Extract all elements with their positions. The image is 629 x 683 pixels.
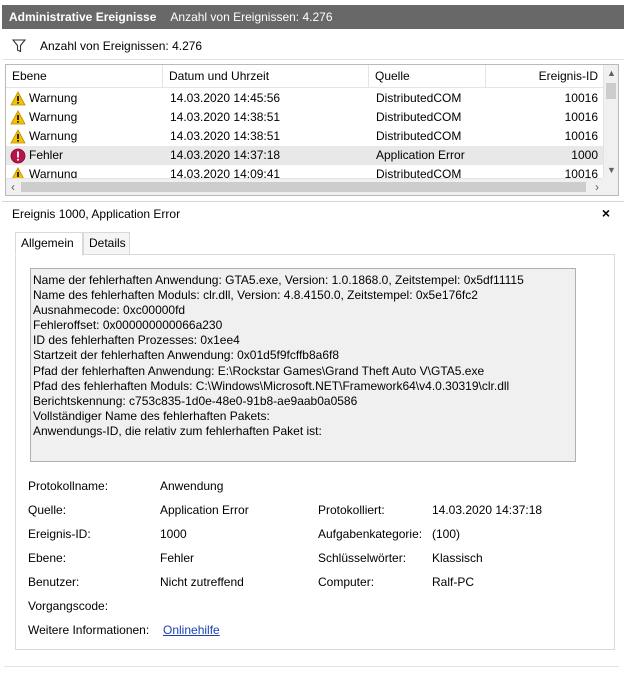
event-id-label: Ereignis-ID: <box>28 527 91 541</box>
description-line: Vollständiger Name des fehlerhaften Pake… <box>33 408 270 423</box>
level-cell: Warnung <box>10 89 77 108</box>
tab-details[interactable]: Details <box>83 232 130 255</box>
datetime-cell: 14.03.2020 14:45:56 <box>170 91 281 105</box>
column-header-datetime[interactable]: Datum und Uhrzeit <box>163 65 369 88</box>
description-line: Name des fehlerhaften Moduls: clr.dll, V… <box>33 288 478 303</box>
source-cell: DistributedCOM <box>376 91 462 105</box>
source-value: Application Error <box>160 503 249 517</box>
computer-value: Ralf-PC <box>432 575 475 589</box>
event-list-header: Ebene Datum und Uhrzeit Quelle Ereignis-… <box>6 65 604 88</box>
level-text: Warnung <box>29 129 78 143</box>
event-id-value: 1000 <box>160 527 187 541</box>
table-row[interactable]: Warnung 14.03.2020 14:45:56 DistributedC… <box>6 89 604 108</box>
user-value: Nicht zutreffend <box>160 575 244 589</box>
scroll-up-arrow-icon[interactable]: ▲ <box>606 68 617 78</box>
filter-icon[interactable] <box>12 38 26 53</box>
more-info-label: Weitere Informationen: <box>28 623 150 637</box>
detail-header: Ereignis 1000, Application Error × <box>2 201 624 225</box>
user-label: Benutzer: <box>28 575 80 589</box>
event-list[interactable]: Ebene Datum und Uhrzeit Quelle Ereignis-… <box>5 64 619 196</box>
error-icon <box>10 148 26 163</box>
level-cell: Warnung <box>10 127 77 146</box>
datetime-cell: 14.03.2020 14:38:51 <box>170 110 281 124</box>
table-row[interactable]: Warnung 14.03.2020 14:09:41 DistributedC… <box>6 165 604 178</box>
scroll-right-arrow-icon[interactable]: › <box>590 179 604 195</box>
logged-label: Protokolliert: <box>318 503 385 517</box>
level-value: Fehler <box>160 551 195 565</box>
event-id-cell: 1000 <box>571 148 598 162</box>
event-id-cell: 10016 <box>564 110 598 124</box>
column-header-level[interactable]: Ebene <box>6 65 163 88</box>
vertical-scroll-thumb[interactable] <box>606 83 616 99</box>
detail-title: Ereignis 1000, Application Error <box>12 206 181 221</box>
scroll-left-arrow-icon[interactable]: ‹ <box>6 179 20 195</box>
warning-icon <box>10 129 26 144</box>
keywords-label: Schlüsselwörter: <box>318 551 407 565</box>
column-header-event-id[interactable]: Ereignis-ID <box>486 65 604 88</box>
task-category-value: (100) <box>432 527 461 541</box>
warning-icon <box>10 110 26 125</box>
description-line: Berichtskennung: c753c835-1d0e-48e0-91b8… <box>33 393 358 408</box>
horizontal-scroll-thumb[interactable] <box>21 182 586 192</box>
table-row[interactable]: Warnung 14.03.2020 14:38:51 DistributedC… <box>6 127 604 146</box>
description-line: Anwendungs-ID, die relativ zum fehlerhaf… <box>33 423 322 438</box>
source-cell: DistributedCOM <box>376 110 462 124</box>
opcode-label: Vorgangscode: <box>28 599 109 613</box>
task-category-label: Aufgabenkategorie: <box>318 527 423 541</box>
level-cell: Warnung <box>10 165 77 178</box>
online-help-link[interactable]: Onlinehilfe <box>163 622 220 638</box>
table-row[interactable]: Warnung 14.03.2020 14:38:51 DistributedC… <box>6 108 604 127</box>
column-header-source[interactable]: Quelle <box>369 65 486 88</box>
event-count-header: Anzahl von Ereignissen: 4.276 <box>170 10 333 24</box>
source-label: Quelle: <box>28 503 67 517</box>
event-id-cell: 10016 <box>564 167 598 178</box>
source-cell: DistributedCOM <box>376 129 462 143</box>
panel-title: Administrative Ereignisse <box>9 10 157 24</box>
warning-icon <box>12 167 24 178</box>
log-name-value: Anwendung <box>160 479 224 493</box>
bottom-edge <box>4 666 619 679</box>
panel-title-bar: Administrative Ereignisse Anzahl von Ere… <box>2 5 624 29</box>
scroll-down-arrow-icon[interactable]: ▼ <box>606 165 617 175</box>
log-name-label: Protokollname: <box>28 479 109 493</box>
filter-count-text: Anzahl von Ereignissen: 4.276 <box>40 38 203 53</box>
description-line: ID des fehlerhaften Prozesses: 0x1ee4 <box>33 333 240 348</box>
scrollbar-corner <box>603 178 618 195</box>
warning-icon <box>10 91 26 106</box>
keywords-value: Klassisch <box>432 551 483 565</box>
source-cell: DistributedCOM <box>376 167 462 178</box>
vertical-scrollbar[interactable]: ▲ ▼ <box>603 65 618 178</box>
level-cell: Warnung <box>10 108 77 127</box>
horizontal-scrollbar[interactable]: ‹ › <box>6 178 604 195</box>
datetime-cell: 14.03.2020 14:09:41 <box>170 167 281 178</box>
event-description-box[interactable]: Name der fehlerhaften Anwendung: GTA5.ex… <box>30 268 576 462</box>
description-line: Startzeit der fehlerhaften Anwendung: 0x… <box>33 348 339 363</box>
level-label: Ebene: <box>28 551 67 565</box>
description-line: Pfad der fehlerhaften Anwendung: E:\Rock… <box>33 363 485 378</box>
datetime-cell: 14.03.2020 14:38:51 <box>170 129 281 143</box>
level-text: Warnung <box>29 167 78 178</box>
logged-value: 14.03.2020 14:37:18 <box>432 503 543 517</box>
description-line: Pfad des fehlerhaften Moduls: C:\Windows… <box>33 378 510 393</box>
close-icon[interactable]: × <box>602 205 610 221</box>
datetime-cell: 14.03.2020 14:37:18 <box>170 148 281 162</box>
level-text: Fehler <box>29 148 64 162</box>
level-text: Warnung <box>29 110 78 124</box>
event-rows: Warnung 14.03.2020 14:45:56 DistributedC… <box>6 88 604 178</box>
source-cell: Application Error <box>376 148 465 162</box>
event-id-cell: 10016 <box>564 91 598 105</box>
computer-label: Computer: <box>318 575 375 589</box>
description-line: Name der fehlerhaften Anwendung: GTA5.ex… <box>33 273 524 287</box>
description-line: Fehleroffset: 0x000000000066a230 <box>33 318 223 333</box>
table-row-selected[interactable]: Fehler 14.03.2020 14:37:18 Application E… <box>6 146 604 165</box>
filter-bar: Anzahl von Ereignissen: 4.276 <box>2 32 624 60</box>
level-text: Warnung <box>29 91 78 105</box>
tab-general[interactable]: Allgemein <box>15 232 83 256</box>
level-cell: Fehler <box>10 146 63 165</box>
event-id-cell: 10016 <box>564 129 598 143</box>
description-line: Ausnahmecode: 0xc00000fd <box>33 303 186 318</box>
